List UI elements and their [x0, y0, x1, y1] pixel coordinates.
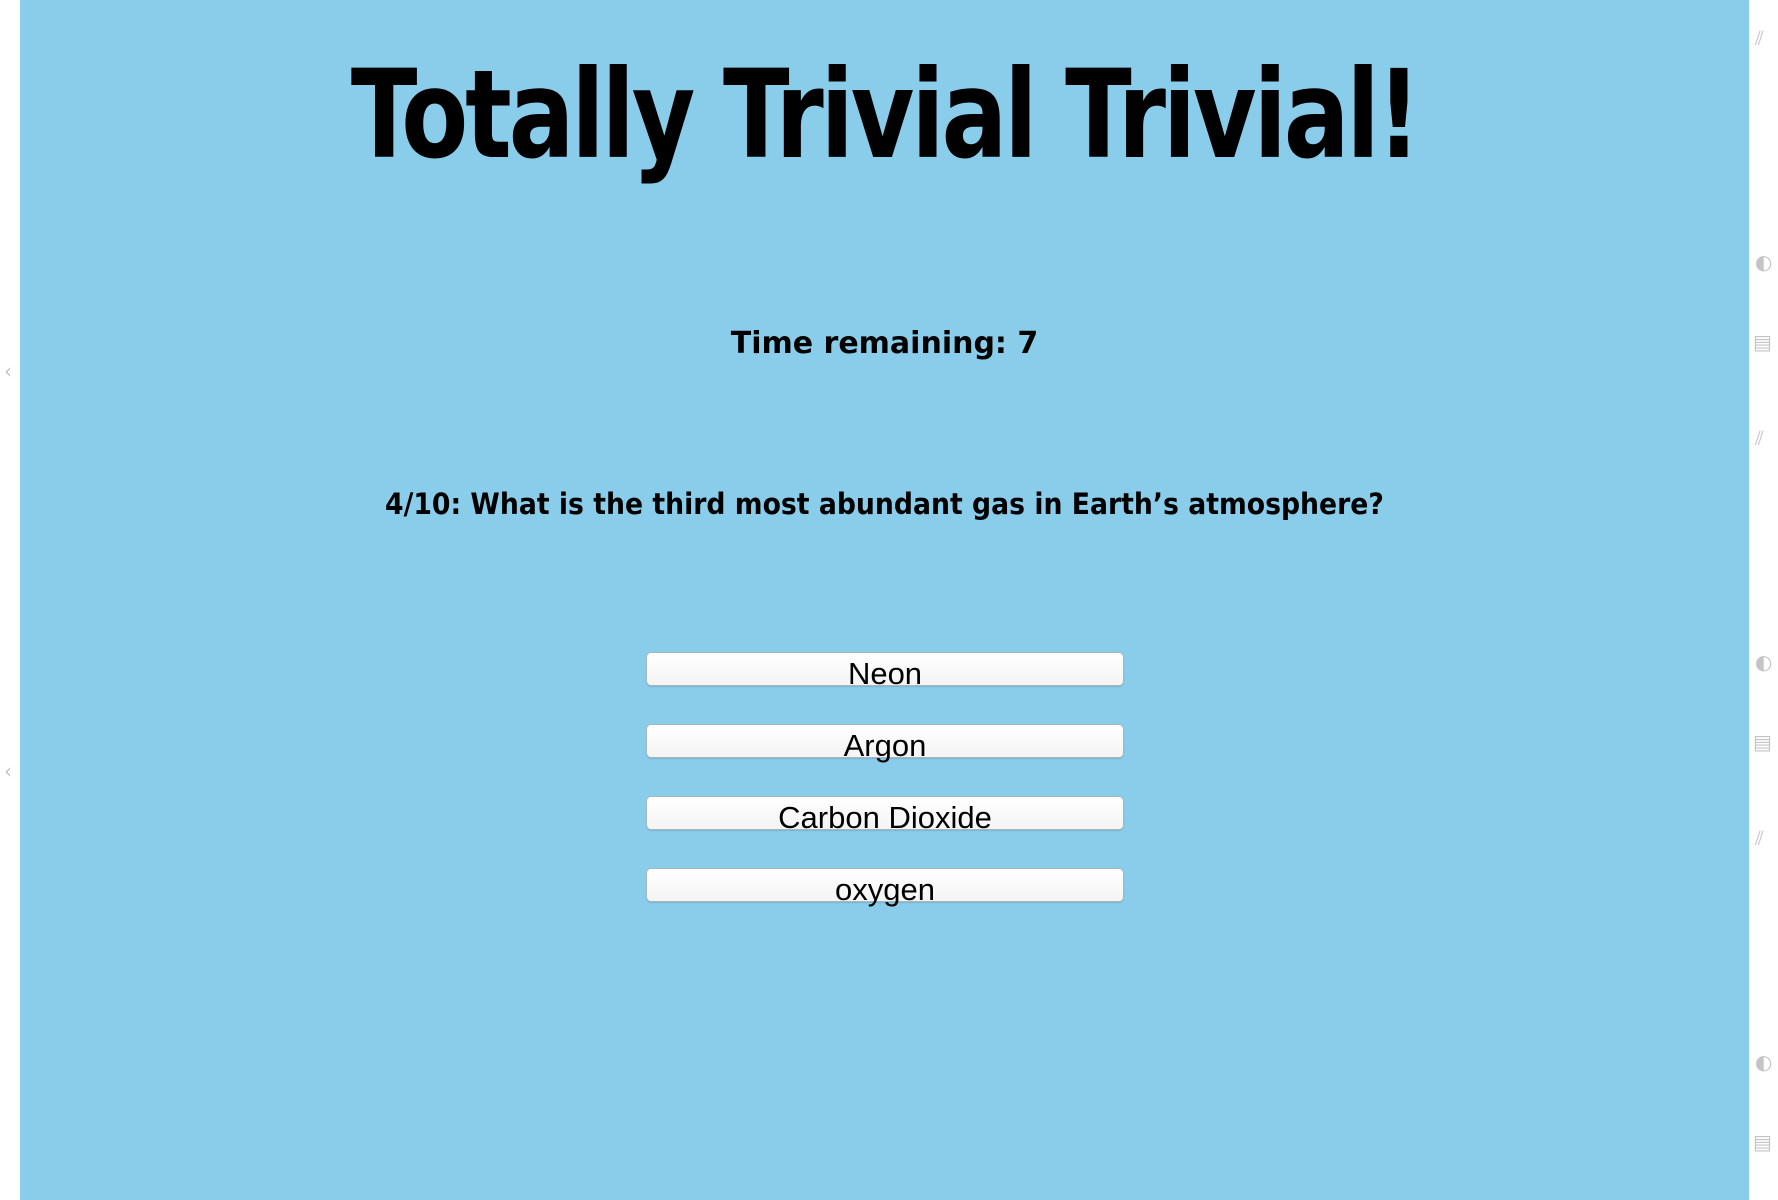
- printer-icon: ▤: [1753, 730, 1772, 754]
- browser-viewport: ‹ ‹ Totally Trivial Trivial! Time remain…: [0, 0, 1778, 1200]
- printer-icon: ▤: [1753, 1130, 1772, 1154]
- answer-button-oxygen[interactable]: oxygen: [646, 868, 1124, 907]
- right-gutter: ⫽ ◐ ▤ ⫽ ◐ ▤ ⫽ ◐ ▤: [1749, 0, 1778, 1200]
- answer-list: Neon Argon Carbon Dioxide oxygen: [646, 652, 1124, 940]
- answer-label: Neon: [847, 656, 923, 691]
- trivia-game-panel: Totally Trivial Trivial! Time remaining:…: [20, 0, 1749, 1200]
- answer-button-neon[interactable]: Neon: [646, 652, 1124, 691]
- left-gutter: ‹ ‹: [0, 0, 20, 1200]
- game-title: Totally Trivial Trivial!: [350, 44, 1421, 186]
- resize-grip-icon: ⫽: [1755, 826, 1764, 850]
- resize-grip-icon: ⫽: [1755, 26, 1764, 50]
- circle-icon: ◐: [1755, 650, 1773, 674]
- circle-icon: ◐: [1755, 250, 1773, 274]
- printer-icon: ▤: [1753, 330, 1772, 354]
- time-remaining-label: Time remaining: 7: [730, 326, 1039, 361]
- answer-button-carbon-dioxide[interactable]: Carbon Dioxide: [646, 796, 1124, 835]
- question-text: 4/10: What is the third most abundant ga…: [385, 487, 1384, 521]
- answer-label: Carbon Dioxide: [778, 800, 992, 835]
- answer-button-argon[interactable]: Argon: [646, 724, 1124, 763]
- chevron-left-icon: ‹: [4, 359, 12, 383]
- circle-icon: ◐: [1755, 1050, 1773, 1074]
- chevron-left-icon: ‹: [4, 759, 12, 783]
- resize-grip-icon: ⫽: [1755, 426, 1764, 450]
- answer-label: Argon: [843, 728, 927, 763]
- answer-label: oxygen: [835, 872, 935, 907]
